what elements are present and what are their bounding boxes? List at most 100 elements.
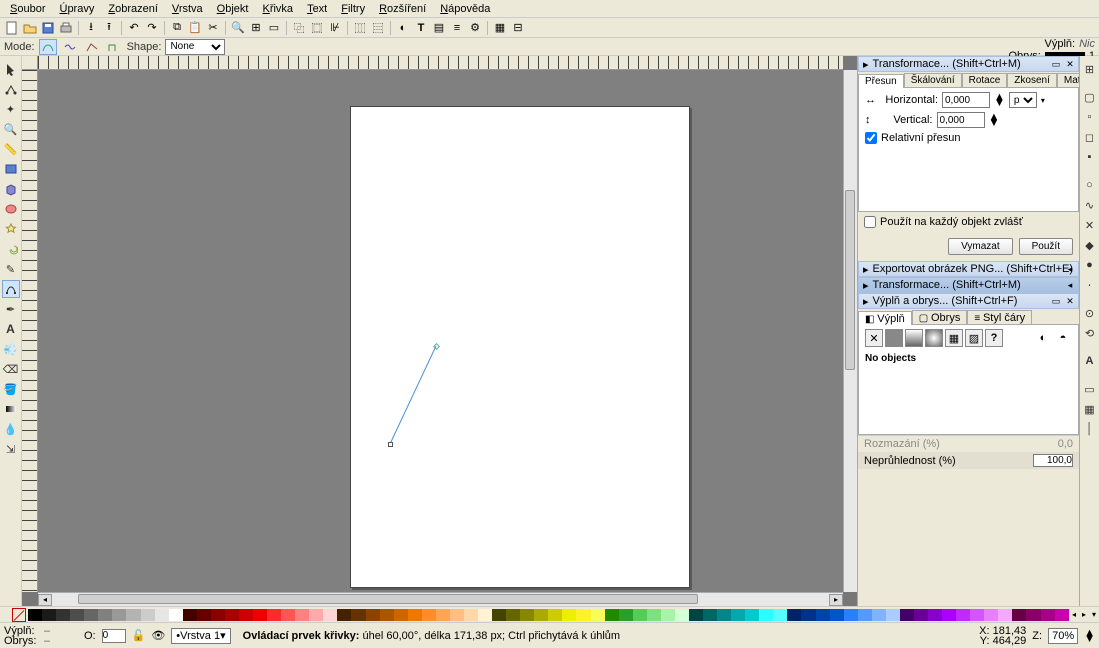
save-button[interactable]	[40, 20, 56, 36]
snap-page[interactable]: ▭	[1081, 380, 1099, 398]
spin-down[interactable]: ▼	[994, 100, 1005, 106]
color-swatch[interactable]	[351, 609, 365, 621]
color-swatch[interactable]	[408, 609, 422, 621]
cut-button[interactable]: ✂	[205, 20, 221, 36]
color-swatch[interactable]	[970, 609, 984, 621]
dropper-tool[interactable]: 💧	[2, 420, 20, 438]
menu-soubor[interactable]: Soubor	[4, 2, 51, 16]
color-swatch[interactable]	[42, 609, 56, 621]
snap-cusp[interactable]: ◆	[1081, 236, 1099, 254]
color-swatch[interactable]	[506, 609, 520, 621]
new-button[interactable]	[4, 20, 20, 36]
relative-checkbox[interactable]: Relativní přesun	[865, 132, 1072, 144]
vertical-scrollbar[interactable]	[843, 70, 857, 592]
close-icon[interactable]: ✕	[1064, 58, 1076, 70]
color-swatch[interactable]	[984, 609, 998, 621]
tab-obrys[interactable]: ▢ Obrys	[912, 310, 968, 324]
opacity-input[interactable]	[1033, 454, 1073, 467]
color-swatch[interactable]	[816, 609, 830, 621]
zoom-down[interactable]: ▼	[1084, 636, 1095, 642]
menu-objekt[interactable]: Objekt	[211, 2, 255, 16]
apply-button[interactable]: Použít	[1019, 238, 1073, 255]
color-swatch[interactable]	[801, 609, 815, 621]
tab-zkoseni[interactable]: Zkosení	[1007, 73, 1057, 87]
color-swatch[interactable]	[647, 609, 661, 621]
color-swatch[interactable]	[731, 609, 745, 621]
color-swatch[interactable]	[844, 609, 858, 621]
snap-bbox-corner[interactable]: ◻	[1081, 128, 1099, 146]
color-swatch[interactable]	[253, 609, 267, 621]
color-swatch[interactable]	[450, 609, 464, 621]
color-swatch[interactable]	[464, 609, 478, 621]
radgrad-button[interactable]	[925, 329, 943, 347]
eraser-tool[interactable]: ⌫	[2, 360, 20, 378]
color-swatch[interactable]	[281, 609, 295, 621]
snap-intersect[interactable]: ✕	[1081, 216, 1099, 234]
no-color-swatch[interactable]	[12, 608, 26, 622]
color-swatch[interactable]	[886, 609, 900, 621]
evenodd-button[interactable]: ◐	[1034, 329, 1052, 347]
color-swatch[interactable]	[562, 609, 576, 621]
color-swatch[interactable]	[591, 609, 605, 621]
minimize-icon[interactable]: ▭	[1050, 295, 1062, 307]
ungroup-button[interactable]: ⿳	[370, 20, 386, 36]
color-swatch[interactable]	[605, 609, 619, 621]
menu-filtry[interactable]: Filtry	[335, 2, 371, 16]
snap-grid[interactable]: ▦	[1081, 400, 1099, 418]
color-swatch[interactable]	[394, 609, 408, 621]
color-swatch[interactable]	[576, 609, 590, 621]
star-tool[interactable]	[2, 220, 20, 238]
clone-button[interactable]: ⿴	[309, 20, 325, 36]
swatch-button[interactable]: ▨	[965, 329, 983, 347]
color-swatch[interactable]	[211, 609, 225, 621]
color-swatch[interactable]	[914, 609, 928, 621]
lingrad-button[interactable]	[905, 329, 923, 347]
docprops-button[interactable]: ▦	[492, 20, 508, 36]
color-swatch[interactable]	[675, 609, 689, 621]
menu-rozsireni[interactable]: Rozšíření	[373, 2, 432, 16]
color-swatch[interactable]	[928, 609, 942, 621]
nonzero-button[interactable]: ◓	[1054, 329, 1072, 347]
gradient-tool[interactable]	[2, 400, 20, 418]
mode-line-button[interactable]	[83, 39, 101, 55]
snap-node[interactable]: ○	[1081, 176, 1099, 194]
color-swatch[interactable]	[1041, 609, 1055, 621]
snap-midpoint[interactable]: ⋅	[1081, 276, 1099, 294]
mode-paraxial-button[interactable]	[105, 39, 123, 55]
menu-napoveda[interactable]: Nápověda	[434, 2, 496, 16]
mode-spiro-button[interactable]	[61, 39, 79, 55]
bucket-tool[interactable]: 🪣	[2, 380, 20, 398]
color-swatch[interactable]	[619, 609, 633, 621]
color-swatch[interactable]	[478, 609, 492, 621]
fill-panel-title[interactable]: ▸ Výplň a obrys... (Shift+Ctrl+F) ▭ ✕	[858, 293, 1079, 309]
snap-bbox[interactable]: ▢	[1081, 88, 1099, 106]
pencil-tool[interactable]: ✎	[2, 260, 20, 278]
paste-button[interactable]: 📋	[187, 20, 203, 36]
snap-enable[interactable]: ⊞	[1081, 60, 1099, 78]
color-swatch[interactable]	[661, 609, 675, 621]
color-swatch[interactable]	[717, 609, 731, 621]
palette-menu[interactable]: ▾	[1089, 609, 1099, 621]
vertical-ruler[interactable]	[22, 70, 38, 592]
redo-button[interactable]: ↷	[144, 20, 160, 36]
color-swatch[interactable]	[956, 609, 970, 621]
color-swatch[interactable]	[197, 609, 211, 621]
zoom-tool[interactable]: 🔍	[2, 120, 20, 138]
horizontal-input[interactable]	[942, 92, 990, 108]
zoom-field[interactable]: 70%	[1048, 628, 1078, 644]
ellipse-tool[interactable]	[2, 200, 20, 218]
color-swatch[interactable]	[872, 609, 886, 621]
color-swatch[interactable]	[323, 609, 337, 621]
color-swatch[interactable]	[520, 609, 534, 621]
pattern-button[interactable]: ▦	[945, 329, 963, 347]
color-swatch[interactable]	[183, 609, 197, 621]
canvas-viewport[interactable]	[38, 70, 843, 592]
color-swatch[interactable]	[155, 609, 169, 621]
color-swatch[interactable]	[309, 609, 323, 621]
color-swatch[interactable]	[1026, 609, 1040, 621]
tab-stylcary[interactable]: ≡ Styl čáry	[967, 310, 1032, 324]
snap-bbox-mid[interactable]: ▪	[1081, 148, 1099, 166]
vertical-input[interactable]	[937, 112, 985, 128]
color-swatch[interactable]	[1012, 609, 1026, 621]
snap-guide[interactable]: │	[1081, 420, 1099, 438]
